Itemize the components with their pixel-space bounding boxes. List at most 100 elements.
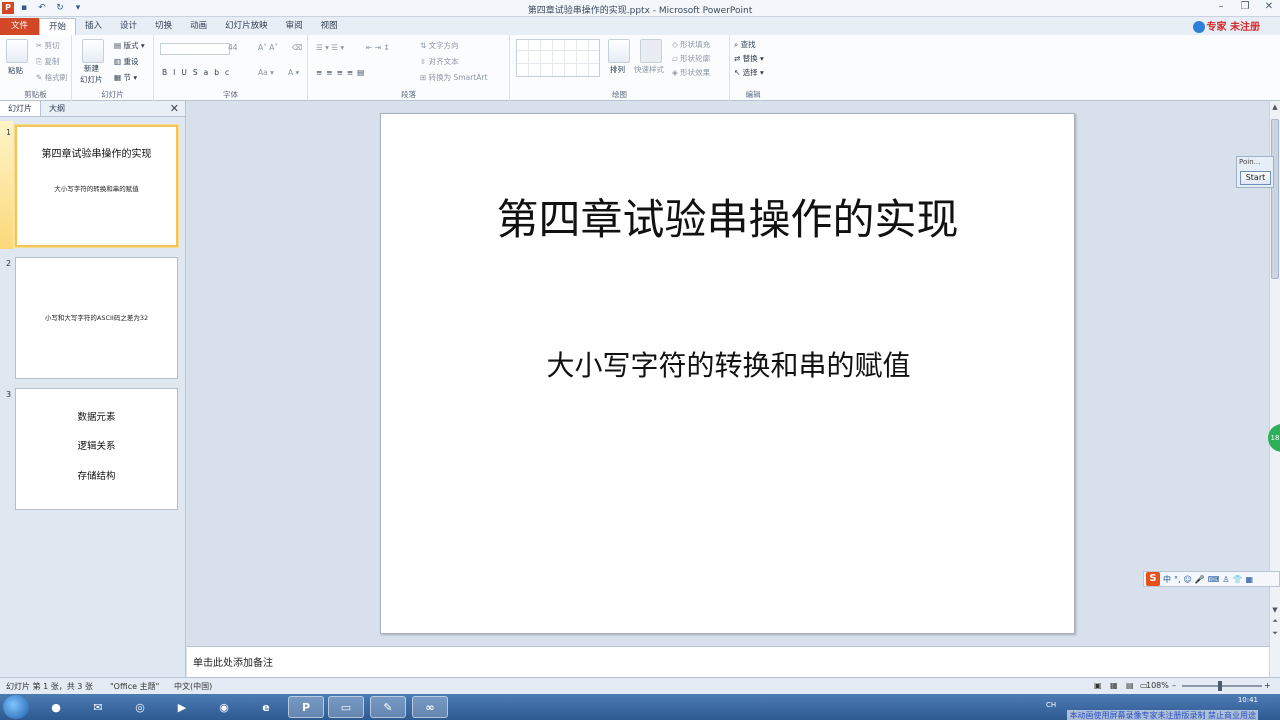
grow-font-icon[interactable]: A˄ A˅ [258,43,278,52]
scroll-up-icon[interactable]: ▲ [1270,103,1280,111]
skin-icon[interactable]: 👕 [1233,575,1243,584]
app-360-icon[interactable]: ● [38,696,74,718]
slide-subtitle[interactable]: 大小写字符的转换和串的赋值 [421,344,1036,384]
slide-canvas[interactable]: 第四章试验串操作的实现 大小写字符的转换和串的赋值 [380,113,1075,634]
arrange-icon[interactable] [608,39,630,63]
view-sorter-icon[interactable]: ▦ [1110,681,1118,690]
chrome-icon[interactable]: ◉ [206,696,242,718]
new-slide-label-1[interactable]: 新建 [84,63,99,74]
shapes-gallery[interactable] [516,39,600,77]
slide-thumbnail-3[interactable]: 数据元素 逻辑关系 存储结构 [15,388,178,510]
font-style-buttons[interactable]: BIUSabc [162,68,235,77]
group-paragraph: ☰ ▾ ☰ ▾ ⇤ ⇥ ↕ ≡≡≡≡▤ ⇅ 文字方向 ⇳ 对齐文本 ⊞ 转换为 … [308,35,510,101]
keyboard-icon[interactable]: ⌨ [1208,575,1220,584]
font-name-box[interactable] [160,43,230,55]
indent-icon[interactable]: ⇤ ⇥ ↕ [366,43,390,52]
ime-mode-label[interactable]: 中 [1163,574,1171,585]
layout-button[interactable]: ▤ 版式 ▾ [114,40,145,51]
replace-button[interactable]: ⇄ 替换 ▾ [734,53,764,64]
paste-button[interactable]: 粘贴 [8,65,23,76]
wechat-icon[interactable]: ✉ [80,696,116,718]
zoom-out-icon[interactable]: – [1172,681,1176,690]
tab-transitions[interactable]: 切换 [146,18,181,35]
view-normal-icon[interactable]: ▣ [1094,681,1102,690]
user-icon[interactable]: ♙ [1222,575,1229,584]
internet-explorer-icon[interactable]: e [248,696,284,718]
close-icon[interactable]: ✕ [1264,1,1274,12]
copy-button[interactable]: ⎘ 复制 [36,56,59,67]
align-icons[interactable]: ≡≡≡≡▤ [316,68,368,77]
group-label-paragraph: 段落 [401,90,416,99]
powerpoint-taskbar-icon[interactable]: P [288,696,324,718]
tab-insert[interactable]: 插入 [76,18,111,35]
watermark-logo-icon [1192,21,1205,33]
align-text-button[interactable]: ⇳ 对齐文本 [420,56,459,67]
format-painter-button[interactable]: ✎ 格式刷 [36,72,67,83]
zoom-in-icon[interactable]: + [1264,681,1271,690]
paste-icon[interactable] [6,39,28,63]
tab-home[interactable]: 开始 [39,18,77,35]
shape-effects-button[interactable]: ◈ 形状效果 [672,67,710,78]
ime-punct-icon[interactable]: °, [1174,575,1181,584]
toolbox-icon[interactable]: ▦ [1246,575,1254,584]
tab-file[interactable]: 文件 [0,18,40,35]
text-direction-button[interactable]: ⇅ 文字方向 [420,40,459,51]
tray-clock[interactable]: 10:41 [1238,696,1258,704]
change-case-icon[interactable]: Aa ▾ [258,68,274,77]
pointer-start-button[interactable]: Start [1240,171,1271,185]
quick-styles-icon[interactable] [640,39,662,63]
tab-slideshow[interactable]: 幻灯片放映 [216,18,277,35]
cut-button[interactable]: ✂ 剪切 [36,40,60,51]
tab-outline[interactable]: 大纲 [41,101,73,116]
media-player-icon[interactable]: ▶ [164,696,200,718]
zoom-level[interactable]: 108% [1146,681,1169,690]
tray-language[interactable]: CH [1046,701,1056,709]
start-button[interactable] [3,695,29,719]
recorder-taskbar-icon[interactable]: ∞ [412,696,448,718]
group-label-drawing: 绘图 [612,90,627,99]
shape-fill-button[interactable]: ◇ 形状填充 [672,39,710,50]
language-indicator[interactable]: 中文(中国) [174,681,212,692]
thumb-subtitle: 小写和大写字符的ASCII码之差为32 [44,314,149,322]
new-slide-icon[interactable] [82,39,104,63]
next-slide-icon[interactable]: ⏷ [1270,629,1280,638]
scrollbar-thumb[interactable] [1271,119,1279,279]
zoom-slider[interactable] [1182,681,1262,691]
mic-icon[interactable]: 🎤 [1195,575,1205,584]
notes-pane[interactable]: 单击此处添加备注 [187,646,1269,677]
shape-outline-button[interactable]: ▱ 形状轮廓 [672,53,710,64]
ribbon: 粘贴 ✂ 剪切 ⎘ 复制 ✎ 格式刷 剪贴板 新建 幻灯片 ▤ 版式 ▾ ▥ 重… [0,35,1280,101]
font-size-box[interactable]: 44 [224,43,248,55]
tab-view[interactable]: 视图 [312,18,347,35]
font-color-icon[interactable]: A ▾ [288,68,299,77]
view-reading-icon[interactable]: ▤ [1126,681,1134,690]
quick-styles-button[interactable]: 快速样式 [634,64,664,75]
paint-taskbar-icon[interactable]: ✎ [370,696,406,718]
tab-slides[interactable]: 幻灯片 [0,101,41,116]
arrange-button[interactable]: 排列 [610,64,625,75]
tab-review[interactable]: 审阅 [277,18,312,35]
sogou-ime-icon[interactable]: S [1146,572,1160,586]
reset-button[interactable]: ▥ 重设 [114,56,138,67]
scroll-down-icon[interactable]: ▼ [1270,606,1280,614]
selection-highlight [0,121,13,249]
slide-thumbnail-1[interactable]: 第四章试验串操作的实现 大小写字符的转换和串的赋值 [15,125,178,247]
find-button[interactable]: ⌕ 查找 [734,39,756,50]
select-button[interactable]: ↖ 选择 ▾ [734,67,764,78]
new-slide-label-2[interactable]: 幻灯片 [80,74,103,85]
ie-green-icon[interactable]: ◎ [122,696,158,718]
bullets-icon[interactable]: ☰ ▾ ☰ ▾ [316,43,344,52]
smartart-button[interactable]: ⊞ 转换为 SmartArt [420,72,487,83]
tab-animations[interactable]: 动画 [181,18,216,35]
explorer-taskbar-icon[interactable]: ▭ [328,696,364,718]
clear-format-icon[interactable]: ⌫ [292,43,303,52]
slide-title[interactable]: 第四章试验串操作的实现 [381,186,1074,247]
prev-slide-icon[interactable]: ⏶ [1270,617,1280,626]
minimize-icon[interactable]: – [1216,1,1226,12]
emoji-icon[interactable]: ☺ [1184,575,1192,584]
panel-close-icon[interactable]: ✕ [170,102,179,115]
maximize-icon[interactable]: ❐ [1240,1,1250,12]
slide-thumbnail-2[interactable]: 小写和大写字符的ASCII码之差为32 [15,257,178,379]
section-button[interactable]: ▦ 节 ▾ [114,72,137,83]
tab-design[interactable]: 设计 [111,18,146,35]
